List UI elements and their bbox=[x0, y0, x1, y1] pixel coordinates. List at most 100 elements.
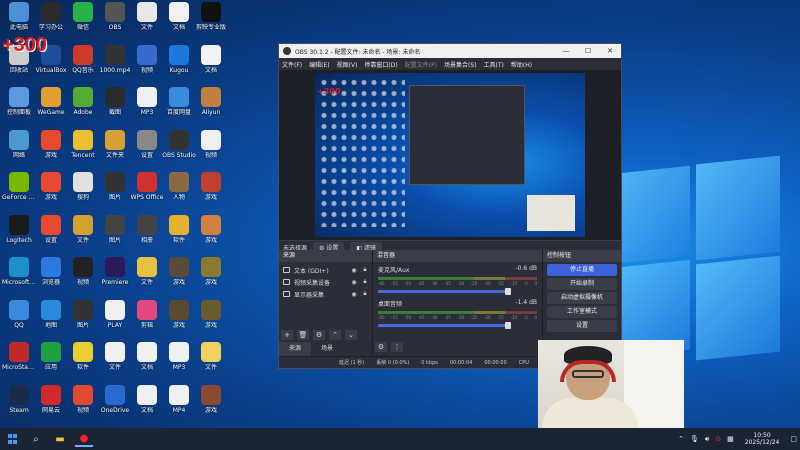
chevron-up-icon[interactable]: ⌃ bbox=[678, 435, 684, 443]
obs-window[interactable]: OBS 30.1.2 - 配置文件: 未命名 - 场景: 未命名 — ☐ ✕ 文… bbox=[278, 43, 622, 369]
volume-slider[interactable] bbox=[378, 322, 512, 329]
menu-file[interactable]: 文件(F) bbox=[282, 60, 302, 69]
network-icon[interactable]: ▦ bbox=[727, 435, 734, 443]
speaker-icon[interactable]: 🔊︎ bbox=[705, 435, 709, 444]
desktop-icon[interactable]: 文件 bbox=[130, 2, 164, 40]
desktop-icon[interactable]: 视频 bbox=[194, 129, 228, 168]
close-icon[interactable]: ✕ bbox=[599, 47, 621, 55]
start-button[interactable] bbox=[0, 428, 24, 450]
desktop-icon[interactable]: WeGame bbox=[34, 87, 68, 125]
desktop-icon[interactable]: 图片 bbox=[98, 214, 132, 253]
desktop-icon[interactable]: 文件 bbox=[98, 342, 132, 380]
desktop-icon[interactable]: 图片 bbox=[98, 172, 132, 210]
desktop-icon[interactable]: Steam bbox=[2, 384, 36, 423]
stop-stream-button[interactable]: 停止直播 bbox=[547, 264, 617, 276]
desktop-icon[interactable]: 网易云 bbox=[34, 384, 68, 423]
volume-slider[interactable] bbox=[378, 288, 512, 295]
source-item-display-capture[interactable]: 显示器采集 ◉ 🔒︎ bbox=[279, 288, 372, 300]
desktop-icon[interactable]: 剪辑 bbox=[130, 299, 164, 338]
menu-help[interactable]: 帮助(H) bbox=[511, 60, 532, 69]
desktop-icon[interactable]: 游戏 bbox=[194, 257, 228, 295]
desktop-icon[interactable]: 浏览器 bbox=[34, 257, 68, 295]
desktop-icon[interactable]: 软件 bbox=[162, 214, 196, 253]
add-source-icon[interactable]: + bbox=[281, 330, 293, 340]
virtual-cam-button[interactable]: 启动虚拟摄像机 bbox=[547, 292, 617, 304]
desktop-icon[interactable]: 百度网盘 bbox=[162, 87, 196, 125]
desktop-icon[interactable]: WPS Office bbox=[130, 172, 164, 210]
desktop-icon[interactable]: GeForce Experience bbox=[2, 172, 36, 210]
desktop-icon[interactable]: Adobe bbox=[66, 87, 100, 125]
desktop-icon[interactable]: 游戏 bbox=[194, 172, 228, 210]
desktop-icon[interactable]: 文档 bbox=[194, 44, 228, 83]
desktop-icon[interactable]: 文件 bbox=[130, 257, 164, 295]
eye-icon[interactable]: ◉ bbox=[350, 279, 358, 286]
desktop-icon[interactable]: 地图 bbox=[34, 299, 68, 338]
desktop-icon[interactable]: 文档 bbox=[130, 384, 164, 423]
move-up-icon[interactable]: ⌃ bbox=[329, 330, 341, 340]
eye-icon[interactable]: ◉ bbox=[350, 291, 358, 298]
desktop-icon[interactable]: 视频 bbox=[66, 257, 100, 295]
record-icon[interactable]: ⊙ bbox=[715, 435, 721, 443]
desktop-icon[interactable]: 控制面板 bbox=[2, 87, 36, 125]
menu-scene-collection[interactable]: 场景集合(S) bbox=[444, 60, 477, 69]
tab-sources[interactable]: 来源 bbox=[279, 342, 312, 356]
desktop-icon[interactable]: MP3 bbox=[162, 342, 196, 380]
eye-icon[interactable]: ◉ bbox=[350, 267, 358, 274]
desktop-icon[interactable]: 相册 bbox=[130, 214, 164, 253]
menu-profile[interactable]: 配置文件(P) bbox=[405, 60, 437, 69]
desktop-icon[interactable]: 应用 bbox=[34, 342, 68, 380]
desktop-icon[interactable]: 微信 bbox=[66, 2, 100, 40]
desktop-icon[interactable]: PLAY bbox=[98, 299, 132, 338]
obs-taskbar-icon[interactable]: ● bbox=[75, 431, 93, 447]
settings-button[interactable]: 设置 bbox=[547, 320, 617, 332]
desktop-icon[interactable]: 游戏 bbox=[34, 129, 68, 168]
obs-preview[interactable]: +300 bbox=[279, 70, 621, 240]
desktop-icon[interactable]: 游戏 bbox=[34, 172, 68, 210]
minimize-icon[interactable]: — bbox=[555, 47, 577, 55]
desktop-icon[interactable]: 图片 bbox=[66, 299, 100, 338]
desktop-icon[interactable]: 文件 bbox=[194, 342, 228, 380]
gear-icon[interactable]: ⚙ bbox=[313, 330, 325, 340]
menu-edit[interactable]: 编辑(E) bbox=[309, 60, 329, 69]
desktop-icon[interactable]: 软件 bbox=[66, 342, 100, 380]
desktop-icon[interactable]: 游戏 bbox=[162, 257, 196, 295]
desktop-icon[interactable]: 设置 bbox=[130, 129, 164, 168]
more-icon[interactable]: ⋮ bbox=[391, 342, 403, 352]
desktop-icon[interactable]: 游戏 bbox=[194, 384, 228, 423]
move-down-icon[interactable]: ⌄ bbox=[345, 330, 357, 340]
desktop-icon[interactable]: Microsoft Edge bbox=[2, 257, 36, 295]
start-record-button[interactable]: 开始录制 bbox=[547, 278, 617, 290]
desktop-icon[interactable]: QQ bbox=[2, 299, 36, 338]
lock-icon[interactable]: 🔒︎ bbox=[361, 266, 369, 274]
menu-tools[interactable]: 工具(T) bbox=[484, 60, 504, 69]
maximize-icon[interactable]: ☐ bbox=[577, 47, 599, 55]
menu-view[interactable]: 视图(V) bbox=[337, 60, 358, 69]
desktop-icon[interactable]: 文档 bbox=[162, 2, 196, 40]
search-icon[interactable]: ⌕ bbox=[27, 431, 45, 447]
desktop-icon[interactable]: Logitech bbox=[2, 214, 36, 253]
source-item-text[interactable]: 文本 (GDI+) ◉ 🔒︎ bbox=[279, 264, 372, 276]
desktop-icon[interactable]: 截图 bbox=[98, 87, 132, 125]
desktop-icon[interactable]: 人物 bbox=[162, 172, 196, 210]
mic-icon[interactable]: 🎙︎ bbox=[690, 435, 699, 443]
desktop-icon[interactable]: MP4 bbox=[162, 384, 196, 423]
gear-icon[interactable]: ⚙ bbox=[375, 342, 387, 352]
clock[interactable]: 10:50 2025/12/24 bbox=[745, 432, 780, 446]
menu-docks[interactable]: 停靠窗口(D) bbox=[364, 60, 397, 69]
delete-source-icon[interactable]: 🗑︎ bbox=[297, 330, 309, 340]
studio-mode-button[interactable]: 工作室模式 bbox=[547, 306, 617, 318]
obs-titlebar[interactable]: OBS 30.1.2 - 配置文件: 未命名 - 场景: 未命名 — ☐ ✕ bbox=[279, 44, 621, 58]
desktop-icon[interactable]: OneDrive bbox=[98, 384, 132, 423]
desktop-icon[interactable]: 游戏 bbox=[194, 299, 228, 338]
tab-scenes[interactable]: 场景 bbox=[311, 342, 343, 356]
desktop-icon[interactable]: Kugou bbox=[162, 44, 196, 83]
desktop-icon[interactable]: 搜狗 bbox=[66, 172, 100, 210]
desktop-icon[interactable]: QQ音乐 bbox=[66, 44, 100, 83]
file-explorer-icon[interactable]: ▬ bbox=[51, 431, 69, 447]
desktop-icon[interactable]: 1000.mp4 bbox=[98, 44, 132, 83]
desktop-icon[interactable]: OBS Studio bbox=[162, 129, 196, 168]
desktop-icon[interactable]: 游戏 bbox=[194, 214, 228, 253]
desktop-icon[interactable]: 剪映专业版 bbox=[194, 2, 228, 40]
desktop-icon[interactable]: MicroStation bbox=[2, 342, 36, 380]
desktop-icon[interactable]: OBS bbox=[98, 2, 132, 40]
